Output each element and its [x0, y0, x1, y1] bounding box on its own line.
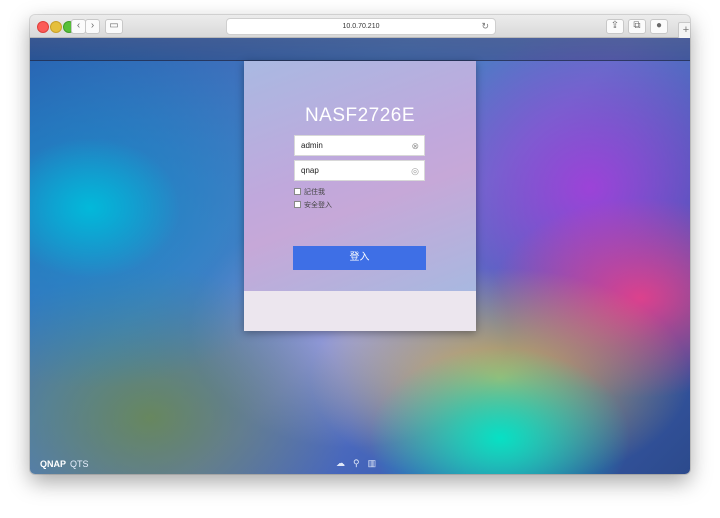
- login-card-footer: [244, 291, 476, 331]
- back-button[interactable]: ‹: [71, 19, 86, 34]
- tabs-button[interactable]: ⧉: [628, 19, 646, 34]
- close-button[interactable]: [37, 21, 49, 33]
- page-content: NASF2726E admin ⊗ qnap ◎ 記住我 安全登入 登入 QNA…: [30, 38, 690, 474]
- login-button[interactable]: 登入: [293, 246, 426, 270]
- new-tab-button[interactable]: +: [678, 22, 690, 39]
- user-icon: ⊗: [411, 141, 419, 151]
- eye-icon[interactable]: ◎: [411, 161, 419, 181]
- login-card-body: NASF2726E admin ⊗ qnap ◎ 記住我 安全登入 登入: [244, 61, 476, 291]
- login-card: NASF2726E admin ⊗ qnap ◎ 記住我 安全登入 登入: [244, 61, 476, 331]
- address-bar[interactable]: 10.0.70.210 ↻: [226, 18, 496, 35]
- sidebar-icon: ▭: [109, 20, 119, 31]
- reload-icon[interactable]: ↻: [481, 19, 489, 34]
- password-value: qnap: [301, 166, 319, 175]
- remember-label: 記住我: [304, 189, 325, 196]
- checkbox-box[interactable]: [294, 201, 301, 208]
- cloud-icon[interactable]: ☁: [336, 458, 345, 469]
- remember-me-checkbox[interactable]: 記住我: [294, 187, 325, 197]
- username-value: admin: [301, 141, 323, 150]
- chevron-left-icon: ‹: [76, 20, 81, 31]
- tools-icon[interactable]: ⚲: [353, 458, 360, 469]
- url-text: 10.0.70.210: [342, 23, 380, 30]
- browser-toolbar: ‹ › ▭ 10.0.70.210 ↻ ⇪ ⧉ ●: [30, 15, 690, 38]
- checkbox-box[interactable]: [294, 188, 301, 195]
- download-icon: ●: [655, 20, 663, 31]
- secure-login-checkbox[interactable]: 安全登入: [294, 200, 332, 210]
- forward-button[interactable]: ›: [85, 19, 100, 34]
- device-name: NASF2726E: [304, 105, 416, 126]
- browser-window: ‹ › ▭ 10.0.70.210 ↻ ⇪ ⧉ ● + NASF2726E ad…: [30, 15, 690, 474]
- share-icon: ⇪: [610, 20, 620, 31]
- footer-icons: ☁ ⚲ ▥: [336, 458, 386, 469]
- username-field[interactable]: admin ⊗: [294, 135, 425, 156]
- download-button[interactable]: ●: [650, 19, 668, 34]
- os-name: QTS: [70, 459, 89, 469]
- book-icon[interactable]: ▥: [368, 458, 377, 469]
- brand-logo: QNAP QTS: [40, 459, 89, 469]
- minimize-button[interactable]: [50, 21, 62, 33]
- plus-icon: +: [682, 24, 690, 36]
- password-field[interactable]: qnap ◎: [294, 160, 425, 181]
- secure-label: 安全登入: [304, 202, 332, 209]
- tabs-icon: ⧉: [633, 20, 641, 31]
- share-button[interactable]: ⇪: [606, 19, 624, 34]
- brand-name: QNAP: [40, 459, 67, 469]
- chevron-right-icon: ›: [90, 20, 95, 31]
- top-band: [30, 38, 690, 61]
- sidebar-button[interactable]: ▭: [105, 19, 123, 34]
